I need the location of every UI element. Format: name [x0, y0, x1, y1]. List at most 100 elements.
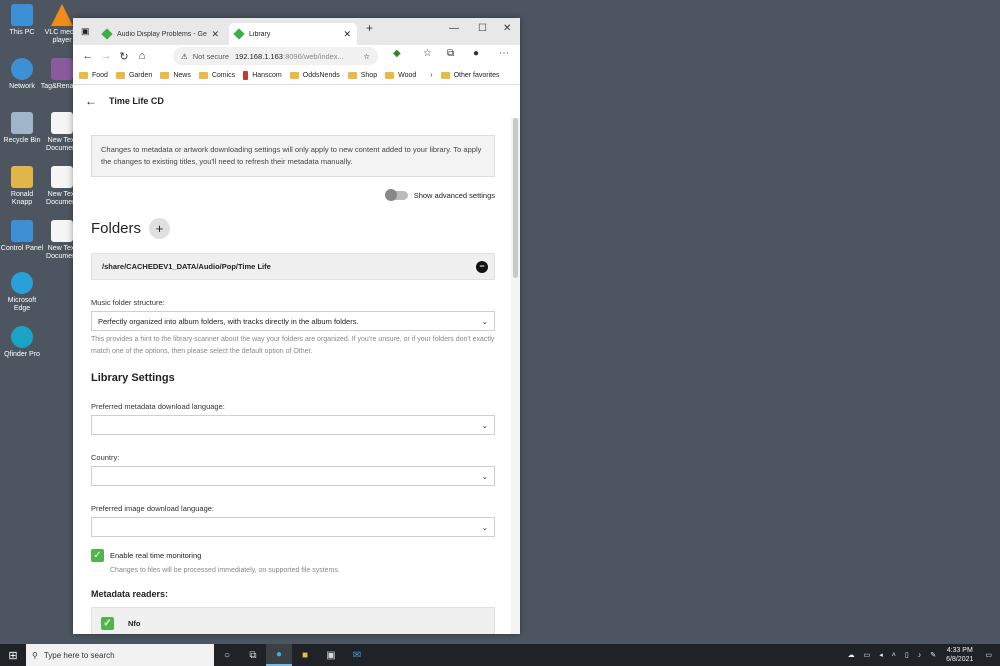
address-row: ← → ↻ ⌂ ⚠ Not secure 192.168.1.163:8096/…: [73, 45, 520, 67]
notification-icon[interactable]: ▭: [985, 651, 992, 659]
realtime-monitoring-hint: Changes to files will be processed immed…: [110, 567, 340, 574]
hanscom-icon: [243, 71, 249, 80]
forward-arrow-icon[interactable]: →: [97, 50, 115, 62]
back-arrow-icon[interactable]: ←: [79, 50, 97, 62]
bookmark-news[interactable]: News: [160, 72, 191, 79]
minimize-icon[interactable]: —: [449, 23, 459, 34]
chevron-up-icon[interactable]: ˄: [892, 652, 896, 659]
advanced-settings-toggle[interactable]: Show advanced settings: [91, 189, 495, 201]
folder-icon: [385, 72, 395, 79]
metadata-reader-nfo[interactable]: ✓ Nfo: [91, 607, 495, 634]
bookmark-hanscom[interactable]: Hanscom: [243, 71, 282, 80]
bookmark-shop[interactable]: Shop: [347, 72, 378, 79]
file-explorer-icon[interactable]: ■: [292, 644, 318, 666]
window-close-icon[interactable]: ✕: [503, 23, 511, 34]
tab-actions-icon[interactable]: ▣: [81, 26, 90, 37]
music-structure-label: Music folder structure:: [91, 298, 165, 307]
music-structure-select[interactable]: Perfectly organized into album folders, …: [91, 311, 495, 331]
desktop-icon-label: Microsoft Edge: [7, 297, 37, 312]
control-panel-icon: [11, 220, 33, 242]
more-menu-icon[interactable]: ⋯: [499, 48, 509, 59]
tag-icon: [51, 58, 73, 80]
add-folder-button[interactable]: +: [149, 218, 171, 239]
bookmark-label: Wood: [398, 72, 417, 79]
clock-date: 6/8/2021: [946, 656, 974, 663]
vlc-cone-icon: [51, 4, 73, 26]
back-arrow-icon[interactable]: ←: [85, 94, 97, 108]
desktop-icon-label: This PC: [9, 29, 35, 36]
volume-icon[interactable]: ◂: [879, 651, 883, 659]
close-icon[interactable]: ✕: [211, 29, 219, 40]
cortana-icon[interactable]: ○: [214, 644, 240, 666]
pen-icon[interactable]: ✎: [930, 651, 936, 659]
desktop-icon-qfinder[interactable]: Qfinder Pro: [0, 326, 44, 359]
library-page: ← Time Life CD Changes to metadata or ar…: [73, 85, 520, 634]
text-document-icon: [51, 112, 73, 134]
edge-icon: [11, 272, 33, 294]
image-language-select[interactable]: ⌄: [91, 517, 495, 537]
address-bar[interactable]: ⚠ Not secure 192.168.1.163:8096/web/inde…: [173, 47, 378, 65]
desktop-icon-network[interactable]: Network: [0, 58, 44, 91]
scrollbar-thumb[interactable]: [513, 118, 518, 278]
page-title: Time Life CD: [109, 95, 164, 106]
new-tab-icon[interactable]: +: [366, 21, 373, 35]
metadata-language-label: Preferred metadata download language:: [91, 402, 225, 411]
tab-audio-display[interactable]: Audio Display Problems - General ✕: [97, 23, 225, 45]
desktop-icon-label: Network: [9, 83, 35, 90]
computer-icon: [11, 4, 33, 26]
store-icon[interactable]: ▣: [318, 644, 344, 666]
checkmark-icon[interactable]: ✓: [91, 549, 104, 562]
windows-start-icon[interactable]: ⊞: [0, 649, 26, 662]
favorites-icon[interactable]: ☆: [423, 48, 432, 59]
bookmark-label: Shop: [360, 72, 378, 79]
maximize-icon[interactable]: ☐: [478, 23, 487, 34]
metadata-notice: Changes to metadata or artwork downloadi…: [91, 135, 495, 177]
folder-icon: [440, 72, 450, 79]
speaker-icon[interactable]: ♪: [918, 652, 922, 659]
metadata-language-select[interactable]: ⌄: [91, 415, 495, 435]
favorite-star-icon[interactable]: ☆: [363, 52, 370, 61]
bookmark-comics[interactable]: Comics: [198, 72, 235, 79]
battery-icon[interactable]: ▯: [905, 651, 909, 659]
chevron-down-icon: ⌄: [481, 471, 488, 481]
cloud-icon[interactable]: ☁: [848, 651, 855, 659]
taskbar-search[interactable]: ⚲ Type here to search: [26, 644, 214, 666]
jellyfin-favicon-icon: [101, 28, 113, 40]
refresh-icon[interactable]: ↻: [115, 50, 133, 63]
task-view-icon[interactable]: ⧉: [240, 644, 266, 666]
home-icon[interactable]: ⌂: [133, 50, 151, 62]
chevron-right-icon[interactable]: ›: [430, 72, 432, 79]
clock[interactable]: 4:33 PM 6/8/2021: [946, 646, 973, 664]
bookmark-oddsnends[interactable]: OddsNends: [289, 72, 340, 79]
folder-row[interactable]: /share/CACHEDEV1_DATA/Audio/Pop/Time Lif…: [91, 253, 495, 280]
scrollbar[interactable]: [511, 118, 520, 634]
url-text: 192.168.1.163:8096/web/index...: [235, 52, 344, 61]
bookmark-garden[interactable]: Garden: [115, 72, 152, 79]
checkmark-icon[interactable]: ✓: [101, 616, 114, 630]
close-icon[interactable]: ✕: [343, 29, 351, 40]
country-select[interactable]: ⌄: [91, 466, 495, 486]
extension-icon[interactable]: ◆: [393, 48, 401, 59]
collections-icon[interactable]: ⧉: [447, 48, 454, 59]
toggle-knob: [384, 189, 397, 201]
toggle-switch[interactable]: [384, 189, 408, 201]
advanced-settings-label: Show advanced settings: [413, 191, 495, 200]
realtime-monitoring-checkbox[interactable]: ✓ Enable real time monitoring: [91, 549, 495, 562]
desktop-icon-control-panel[interactable]: Control Panel: [0, 220, 44, 253]
edge-taskbar-icon[interactable]: ●: [266, 644, 292, 666]
music-structure-hint: This provides a hint to the library scan…: [91, 336, 495, 355]
mail-icon[interactable]: ✉: [344, 644, 370, 666]
remove-folder-icon[interactable]: −: [476, 260, 488, 273]
bookmarks-bar: Food Garden News Comics Hanscom OddsNend…: [73, 67, 520, 85]
other-favorites[interactable]: Other favorites: [440, 72, 500, 79]
bookmark-food[interactable]: Food: [79, 72, 108, 79]
tab-bar: ▣ Audio Display Problems - General ✕ Lib…: [73, 18, 520, 45]
bookmark-wood[interactable]: Wood: [385, 72, 416, 79]
profile-avatar-icon[interactable]: ●: [473, 48, 479, 59]
desktop-icon-ronald-knapp[interactable]: Ronald Knapp: [0, 166, 44, 207]
network-tray-icon[interactable]: ▭: [864, 651, 871, 659]
desktop-icon-edge[interactable]: Microsoft Edge: [0, 272, 44, 313]
tab-library[interactable]: Library ✕: [229, 23, 357, 45]
desktop-icon-recycle-bin[interactable]: Recycle Bin: [0, 112, 44, 145]
desktop-icon-this-pc[interactable]: This PC: [0, 4, 44, 37]
